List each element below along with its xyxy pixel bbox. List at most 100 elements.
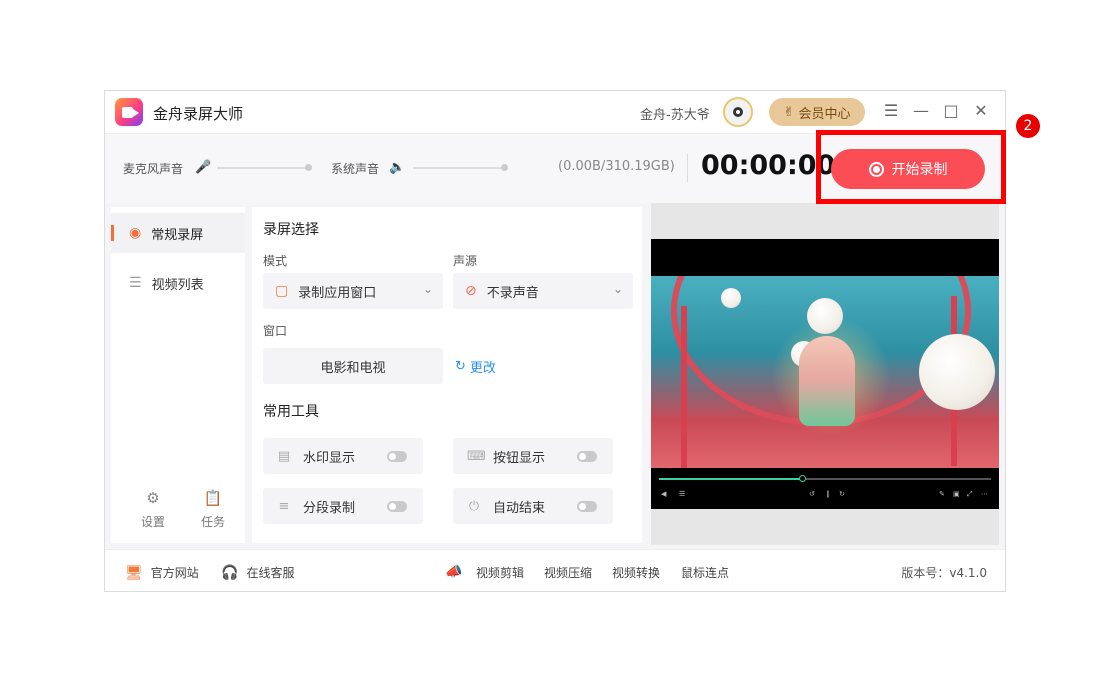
mic-label: 麦克风声音 bbox=[123, 162, 184, 176]
scene-orb bbox=[807, 298, 843, 334]
gear-icon: ⚙ bbox=[146, 489, 160, 507]
audio-source-value: 不录声音 bbox=[486, 285, 539, 301]
version-label: 版本号：v4.1.0 bbox=[901, 566, 987, 580]
speaker-icon[interactable]: 🔈 bbox=[389, 160, 405, 175]
mode-label: 模式 bbox=[263, 254, 288, 268]
tool-label: 按钮显示 bbox=[493, 450, 546, 466]
window-value: 电影和电视 bbox=[320, 360, 386, 376]
settings-panel: 录屏选择 模式 ▢ 录制应用窗口 ⌄ 声源 ⊘ 不录声音 ⌄ 窗口 电影和电视 … bbox=[252, 207, 642, 543]
more-icon[interactable]: ⋯ bbox=[981, 490, 988, 498]
toolbar-divider bbox=[687, 154, 688, 182]
window-label: 窗口 bbox=[263, 324, 288, 338]
tasks-label: 任务 bbox=[200, 515, 225, 529]
mode-select[interactable]: ▢ 录制应用窗口 ⌄ bbox=[263, 273, 443, 309]
scene-pillar bbox=[681, 306, 687, 468]
footer-link-label: 视频剪辑 bbox=[476, 566, 525, 580]
annotation-step-badge: 2 bbox=[1016, 114, 1040, 138]
sidebar-item-label: 视频列表 bbox=[151, 277, 204, 293]
vip-center-label: 会员中心 bbox=[798, 106, 851, 122]
online-service-label: 在线客服 bbox=[246, 566, 295, 580]
sidebar-item-video-list[interactable]: ☰ 视频列表 bbox=[111, 263, 245, 303]
footer-link-label: 视频转换 bbox=[612, 566, 661, 580]
official-website-link[interactable]: 🖥 官方网站 bbox=[125, 564, 199, 581]
video-progress-handle[interactable] bbox=[798, 475, 806, 482]
watermark-toggle[interactable] bbox=[387, 451, 407, 462]
minimize-icon[interactable]: — bbox=[911, 101, 931, 121]
app-logo-icon bbox=[115, 98, 143, 126]
camera-icon: ◉ bbox=[129, 225, 142, 241]
section-title-recording: 录屏选择 bbox=[263, 222, 319, 238]
watermark-icon: ▤ bbox=[277, 448, 291, 464]
fullscreen-icon[interactable]: ⤢ bbox=[967, 490, 973, 499]
audio-source-select[interactable]: ⊘ 不录声音 ⌄ bbox=[453, 273, 633, 309]
volume-icon[interactable]: ◀ bbox=[661, 490, 666, 498]
subtitles-icon[interactable]: ☰ bbox=[679, 490, 685, 498]
megaphone-icon: 📣 bbox=[445, 564, 462, 580]
key-display-toggle[interactable] bbox=[577, 451, 597, 462]
avatar[interactable] bbox=[723, 97, 753, 127]
username[interactable]: 金舟-苏大爷 bbox=[640, 104, 710, 123]
refresh-icon: ↻ bbox=[455, 359, 466, 374]
segment-recording-tool[interactable]: ≡ 分段录制 bbox=[263, 488, 423, 524]
footer-link-video-convert[interactable]: 视频转换 bbox=[612, 564, 660, 581]
footer-link-label: 鼠标连点 bbox=[681, 566, 730, 580]
close-icon[interactable]: ✕ bbox=[971, 101, 991, 121]
auto-stop-tool[interactable]: ⏻ 自动结束 bbox=[453, 488, 613, 524]
chevron-down-icon: ⌄ bbox=[612, 282, 623, 296]
change-label: 更改 bbox=[469, 361, 496, 376]
list-icon: ☰ bbox=[129, 275, 142, 291]
no-sound-icon: ⊘ bbox=[465, 283, 477, 299]
window-select[interactable]: 电影和电视 bbox=[263, 348, 443, 384]
system-volume-slider[interactable] bbox=[413, 167, 505, 169]
mic-volume-slider[interactable] bbox=[217, 167, 309, 169]
forward-icon[interactable]: ↻ bbox=[839, 490, 845, 498]
rewind-icon[interactable]: ↺ bbox=[809, 490, 815, 498]
mic-volume-handle[interactable] bbox=[305, 164, 312, 171]
keyboard-icon: ⌨ bbox=[467, 448, 486, 464]
tasks-button[interactable]: 📋 任务 bbox=[193, 489, 233, 530]
footer-link-label: 视频压缩 bbox=[544, 566, 593, 580]
key-display-tool[interactable]: ⌨ 按钮显示 bbox=[453, 438, 613, 474]
watermark-tool[interactable]: ▤ 水印显示 bbox=[263, 438, 423, 474]
system-volume-handle[interactable] bbox=[501, 164, 508, 171]
app-title: 金舟录屏大师 bbox=[153, 105, 244, 123]
sidebar-item-regular-recording[interactable]: ◉ 常规录屏 bbox=[111, 213, 245, 253]
sidebar: ◉ 常规录屏 ☰ 视频列表 ⚙ 设置 📋 任务 bbox=[111, 207, 245, 543]
vip-center-button[interactable]: ✌ 会员中心 bbox=[769, 98, 865, 126]
storage-usage: (0.00B/310.19GB) bbox=[558, 159, 675, 174]
edit-icon[interactable]: ✎ bbox=[939, 490, 945, 498]
official-website-label: 官方网站 bbox=[150, 566, 199, 580]
footer-link-video-edit[interactable]: 视频剪辑 bbox=[476, 564, 524, 581]
footer-link-mouse-clicker[interactable]: 鼠标连点 bbox=[681, 564, 729, 581]
segment-toggle[interactable] bbox=[387, 501, 407, 512]
system-sound-label: 系统声音 bbox=[331, 162, 380, 176]
thumbs-up-icon: ✌ bbox=[783, 104, 795, 120]
monitor-icon: 🖥 bbox=[125, 564, 143, 581]
scene-orb bbox=[721, 288, 741, 308]
cast-icon[interactable]: ▣ bbox=[953, 490, 960, 498]
tool-label: 水印显示 bbox=[303, 450, 356, 466]
footer-link-video-compress[interactable]: 视频压缩 bbox=[544, 564, 592, 581]
settings-button[interactable]: ⚙ 设置 bbox=[133, 489, 173, 530]
megaphone-icon: 📣 bbox=[445, 564, 463, 580]
window-icon: ▢ bbox=[275, 283, 289, 299]
video-progress-fill bbox=[659, 478, 802, 480]
title-bar: 金舟录屏大师 金舟-苏大爷 ✌ 会员中心 ☰ — □ ✕ bbox=[105, 91, 1005, 133]
tool-label: 自动结束 bbox=[493, 500, 546, 516]
pause-icon[interactable]: ❙ bbox=[825, 490, 831, 498]
video-preview: ◀ ☰ ↺ ❙ ↻ ✎ ▣ ⤢ ⋯ bbox=[651, 239, 999, 509]
change-window-link[interactable]: ↻ 更改 bbox=[455, 357, 496, 376]
audio-source-label: 声源 bbox=[453, 254, 478, 268]
video-progress[interactable] bbox=[659, 475, 991, 482]
microphone-icon[interactable]: 🎤 bbox=[195, 160, 211, 175]
online-service-link[interactable]: 🎧 在线客服 bbox=[221, 564, 294, 581]
tool-label: 分段录制 bbox=[303, 500, 356, 516]
section-title-tools: 常用工具 bbox=[263, 404, 319, 420]
settings-label: 设置 bbox=[140, 515, 165, 529]
mode-value: 录制应用窗口 bbox=[298, 285, 377, 301]
scene-orb bbox=[919, 334, 995, 410]
chevron-down-icon: ⌄ bbox=[422, 282, 433, 296]
menu-icon[interactable]: ☰ bbox=[881, 101, 901, 121]
auto-stop-toggle[interactable] bbox=[577, 501, 597, 512]
maximize-icon[interactable]: □ bbox=[941, 101, 961, 121]
